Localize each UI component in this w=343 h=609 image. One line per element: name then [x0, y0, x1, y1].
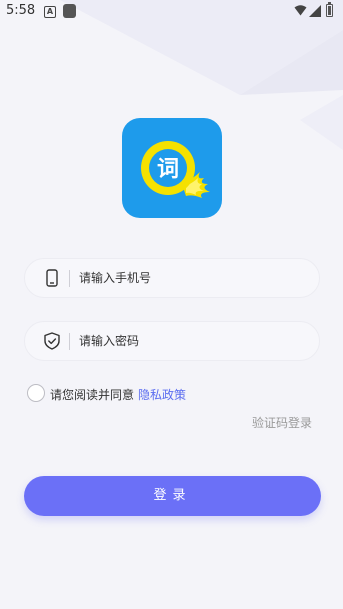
app-logo: 词 [122, 118, 222, 218]
wifi-icon [294, 5, 307, 16]
status-time: 5:58 [6, 3, 36, 18]
a-icon: A [44, 6, 56, 18]
shield-icon [44, 332, 60, 350]
phone-field[interactable] [24, 258, 320, 298]
phone-icon [46, 269, 58, 287]
field-divider [69, 270, 70, 287]
field-divider [69, 333, 70, 350]
status-bar: 5:58 A [0, 0, 343, 24]
battery-icon [326, 2, 333, 17]
notification-icon [63, 4, 76, 18]
agreement-label: 请您阅读并同意 [50, 388, 135, 402]
agreement-checkbox[interactable] [27, 384, 45, 402]
logo-glyph: 词 [157, 157, 179, 182]
password-field[interactable] [24, 321, 320, 361]
agreement-text: 请您阅读并同意 隐私政策 [50, 386, 186, 403]
phone-input[interactable] [79, 259, 307, 297]
login-button[interactable]: 登录 [24, 476, 321, 516]
signal-icon [309, 5, 321, 17]
password-input[interactable] [79, 322, 307, 360]
privacy-policy-link[interactable]: 隐私政策 [138, 388, 186, 402]
background-decoration [60, 0, 343, 150]
sms-login-link[interactable]: 验证码登录 [252, 414, 312, 431]
logo-graphic: 词 [141, 141, 210, 198]
